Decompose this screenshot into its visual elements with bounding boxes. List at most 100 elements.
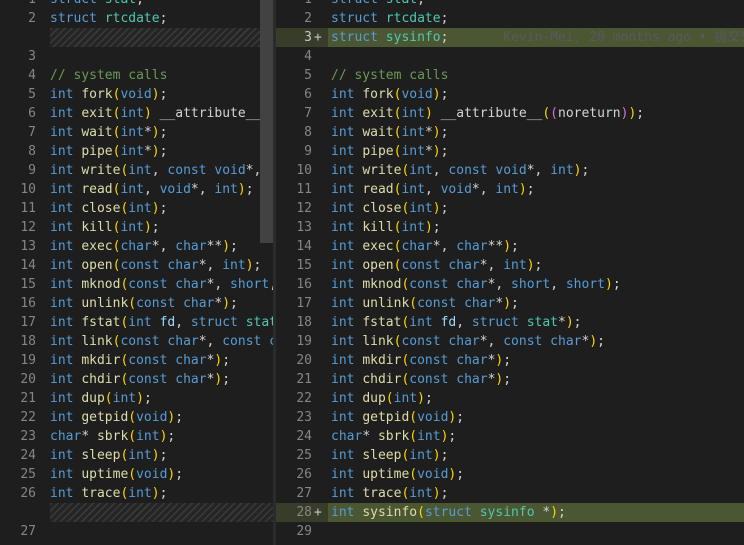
code-text[interactable]: int exit(int) __attribute__(( — [50, 104, 273, 123]
code-text[interactable]: int exec(char*, char**); — [331, 237, 519, 256]
code-text[interactable]: int open(const char*, int); — [50, 256, 261, 275]
modified-code-line[interactable]: 22 int dup(int); — [276, 389, 744, 408]
code-text[interactable]: int dup(int); — [50, 389, 152, 408]
modified-code-line[interactable]: 20 int mkdir(const char*); — [276, 351, 744, 370]
original-code-line[interactable]: 13 int exec(char*, char**); — [0, 237, 273, 256]
original-code-line[interactable]: 24 int sleep(int); — [0, 446, 273, 465]
original-code-line[interactable]: 11 int close(int); — [0, 199, 273, 218]
modified-code-line[interactable]: 6 int fork(void); — [276, 85, 744, 104]
code-text[interactable]: int sleep(int); — [331, 446, 448, 465]
original-code-line[interactable]: 19 int mkdir(const char*); — [0, 351, 273, 370]
code-text[interactable]: int exec(char*, char**); — [50, 237, 238, 256]
modified-added-line[interactable]: 3 + struct sysinfo; Kevin-Mei, 20 months a… — [276, 28, 744, 47]
original-code-line[interactable]: 5 int fork(void); — [0, 85, 273, 104]
modified-code-line[interactable]: 21 int chdir(const char*); — [276, 370, 744, 389]
original-code-line[interactable]: 3 — [0, 47, 273, 66]
code-text[interactable]: int write(int, const void*, i — [50, 161, 273, 180]
code-text[interactable]: int close(int); — [331, 199, 448, 218]
code-text[interactable]: struct stat; — [50, 0, 144, 9]
original-code-line[interactable]: 1 struct stat; — [0, 0, 273, 9]
code-text[interactable]: int wait(int*); — [331, 123, 448, 142]
code-text[interactable]: int kill(int); — [50, 218, 160, 237]
code-text[interactable]: int write(int, const void*, int); — [331, 161, 589, 180]
code-text[interactable]: int fstat(int fd, struct stat — [50, 313, 273, 332]
modified-code-line[interactable]: 25 int sleep(int); — [276, 446, 744, 465]
diff-original-pane[interactable]: 1 struct stat; 2 struct rtcdate; 3 4 // system… — [0, 0, 273, 545]
modified-code-line[interactable]: 7 int exit(int) __attribute__((noreturn))… — [276, 104, 744, 123]
original-code-line[interactable]: 22 int getpid(void); — [0, 408, 273, 427]
code-text[interactable]: int fork(void); — [331, 85, 448, 104]
modified-code-line[interactable]: 16 int mknod(const char*, short, short); — [276, 275, 744, 294]
modified-code-line[interactable]: 2 struct rtcdate; — [276, 9, 744, 28]
original-code-line[interactable]: 25 int uptime(void); — [0, 465, 273, 484]
modified-code-line[interactable]: 4 — [276, 47, 744, 66]
code-text[interactable]: int exit(int) __attribute__((noreturn)); — [331, 104, 644, 123]
original-code-line[interactable]: 4 // system calls — [0, 66, 273, 85]
modified-added-line[interactable]: 28 + int sysinfo(struct sysinfo *); — [276, 503, 744, 522]
code-text[interactable]: int uptime(void); — [50, 465, 183, 484]
modified-code-line[interactable]: 12 int close(int); — [276, 199, 744, 218]
original-code-line[interactable]: 18 int link(const char*, const c — [0, 332, 273, 351]
code-text[interactable]: // system calls — [331, 66, 448, 85]
code-text[interactable]: int mkdir(const char*); — [50, 351, 230, 370]
code-text[interactable]: char* sbrk(int); — [331, 427, 456, 446]
code-text[interactable]: int getpid(void); — [50, 408, 183, 427]
code-text[interactable]: int read(int, void*, int); — [331, 180, 535, 199]
modified-code-line[interactable]: 5 // system calls — [276, 66, 744, 85]
modified-code-line[interactable]: 18 int fstat(int fd, struct stat*); — [276, 313, 744, 332]
modified-code-line[interactable]: 26 int uptime(void); — [276, 465, 744, 484]
modified-code-line[interactable]: 27 int trace(int); — [276, 484, 744, 503]
original-code-line[interactable]: 14 int open(const char*, int); — [0, 256, 273, 275]
original-code-line[interactable]: 8 int pipe(int*); — [0, 142, 273, 161]
code-text[interactable]: int getpid(void); — [331, 408, 464, 427]
modified-code-line[interactable]: 10 int write(int, const void*, int); — [276, 161, 744, 180]
modified-code-line[interactable]: 14 int exec(char*, char**); — [276, 237, 744, 256]
original-code-line[interactable]: 27 — [0, 522, 273, 541]
code-text[interactable]: int chdir(const char*); — [50, 370, 230, 389]
modified-code-line[interactable]: 8 int wait(int*); — [276, 123, 744, 142]
original-code-line[interactable]: 21 int dup(int); — [0, 389, 273, 408]
modified-code-line[interactable]: 13 int kill(int); — [276, 218, 744, 237]
code-text[interactable]: char* sbrk(int); — [50, 427, 175, 446]
code-text[interactable]: struct rtcdate; — [50, 9, 167, 28]
original-code-line[interactable]: 2 struct rtcdate; — [0, 9, 273, 28]
original-code-line[interactable]: 15 int mknod(const char*, short, — [0, 275, 273, 294]
code-text[interactable]: int mknod(const char*, short, — [50, 275, 273, 294]
modified-code-line[interactable]: 19 int link(const char*, const char*); — [276, 332, 744, 351]
code-text[interactable]: int read(int, void*, int); — [50, 180, 254, 199]
original-code-line[interactable]: 12 int kill(int); — [0, 218, 273, 237]
code-text[interactable]: int mkdir(const char*); — [331, 351, 511, 370]
original-pane-scrollbar[interactable] — [260, 0, 273, 243]
code-text[interactable]: int trace(int); — [50, 484, 167, 503]
original-code-line[interactable]: 20 int chdir(const char*); — [0, 370, 273, 389]
original-code-line[interactable]: 23 char* sbrk(int); — [0, 427, 273, 446]
original-code-line[interactable]: 10 int read(int, void*, int); — [0, 180, 273, 199]
original-code-line[interactable]: 6 int exit(int) __attribute__(( — [0, 104, 273, 123]
modified-code-line[interactable]: 9 int pipe(int*); — [276, 142, 744, 161]
code-text[interactable]: int uptime(void); — [331, 465, 464, 484]
code-text[interactable]: int unlink(const char*); — [331, 294, 519, 313]
modified-code-line[interactable]: 17 int unlink(const char*); — [276, 294, 744, 313]
modified-code-line[interactable]: 15 int open(const char*, int); — [276, 256, 744, 275]
code-text[interactable]: int trace(int); — [331, 484, 448, 503]
code-text[interactable]: int close(int); — [50, 199, 167, 218]
code-text[interactable]: int chdir(const char*); — [331, 370, 511, 389]
code-text[interactable]: int mknod(const char*, short, short); — [331, 275, 621, 294]
code-text[interactable]: int link(const char*, const char*); — [331, 332, 605, 351]
code-text[interactable]: int kill(int); — [331, 218, 441, 237]
modified-code-line[interactable]: 23 int getpid(void); — [276, 408, 744, 427]
code-text[interactable]: int link(const char*, const c — [50, 332, 273, 351]
code-text[interactable]: struct rtcdate; — [331, 9, 448, 28]
diff-modified-pane[interactable]: 1struct stat;2struct rtcdate;3+struct sy… — [276, 0, 744, 545]
modified-code-line[interactable]: 24 char* sbrk(int); — [276, 427, 744, 446]
code-text[interactable]: struct stat; — [331, 0, 425, 9]
modified-code-line[interactable]: 1 struct stat; — [276, 0, 744, 9]
original-code-line[interactable]: 7 int wait(int*); — [0, 123, 273, 142]
code-text[interactable]: int sysinfo(struct sysinfo *); — [331, 503, 566, 522]
code-text[interactable]: int pipe(int*); — [50, 142, 167, 161]
code-text[interactable]: int fork(void); — [50, 85, 167, 104]
original-code-line[interactable]: 26 int trace(int); — [0, 484, 273, 503]
code-text[interactable]: int wait(int*); — [50, 123, 167, 142]
code-text[interactable]: int pipe(int*); — [331, 142, 448, 161]
code-text[interactable]: int open(const char*, int); — [331, 256, 542, 275]
